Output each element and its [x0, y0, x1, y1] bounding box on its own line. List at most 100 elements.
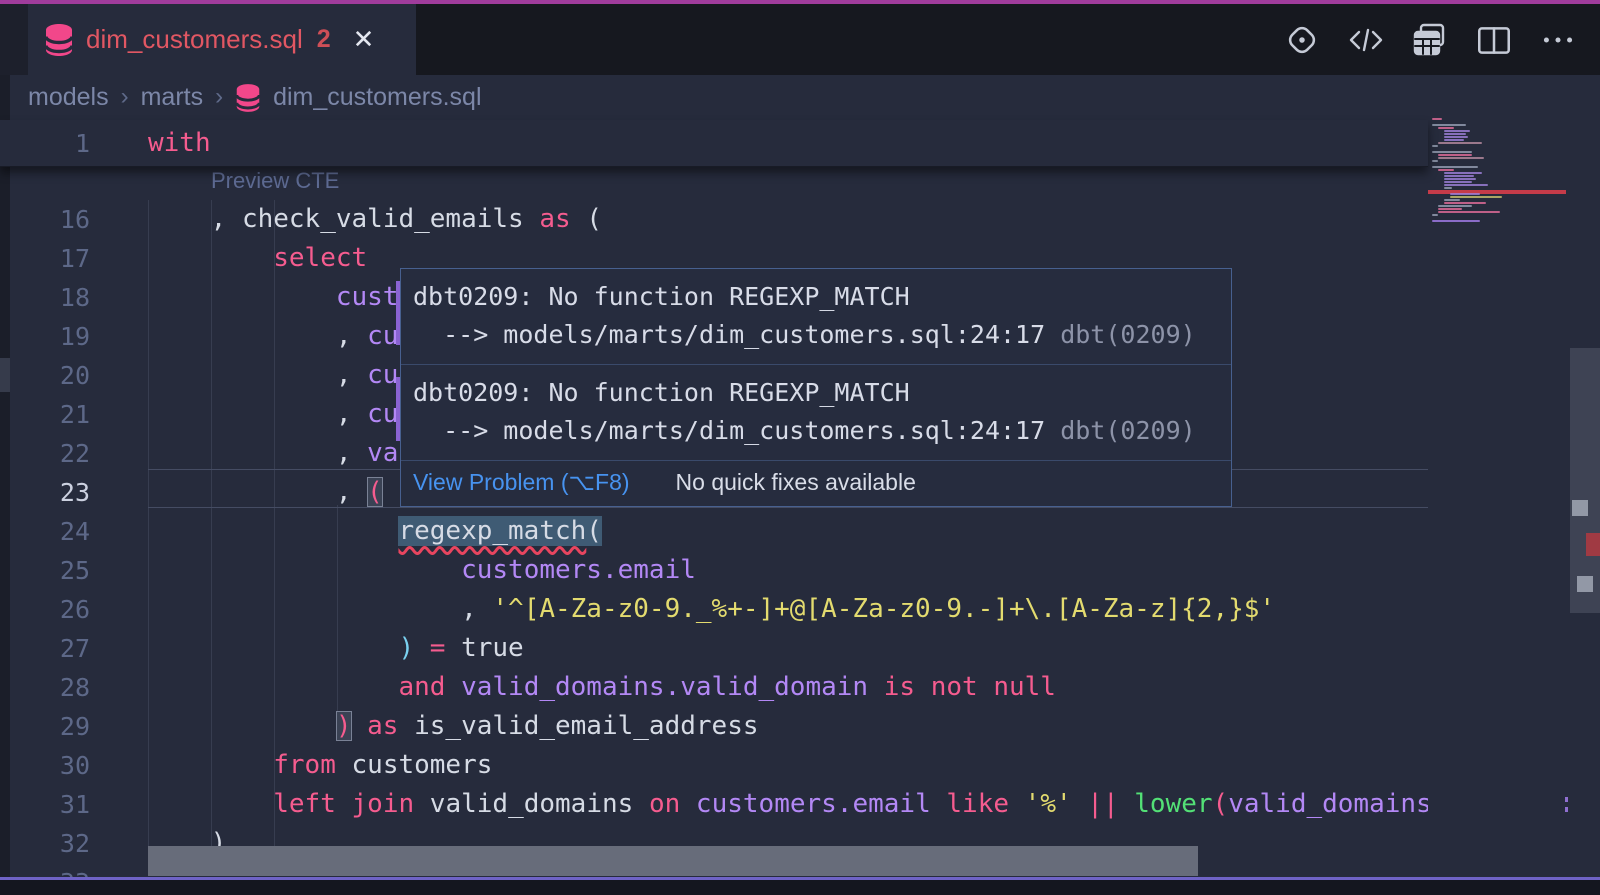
line-number: 18 — [0, 278, 90, 317]
chevron-right-icon: › — [215, 83, 223, 111]
line-number: 32 — [0, 824, 90, 863]
line-number: 17 — [0, 239, 90, 278]
line-text: , '^[A-Za-z0-9._%+-]+@[A-Za-z0-9.-]+\.[A… — [148, 590, 1275, 629]
line-text: from customers — [148, 746, 492, 785]
diagnostic-text: dbt0209: No function REGEXP_MATCH — [413, 374, 1217, 412]
close-icon[interactable]: ✕ — [353, 24, 375, 55]
diagnostic-location: --> models/marts/dim_customers.sql:24:17… — [413, 412, 1217, 450]
tab-dim-customers[interactable]: dim_customers.sql 2 ✕ — [28, 4, 416, 75]
minimap-code-line — [1444, 181, 1472, 183]
minimap[interactable] — [1428, 75, 1568, 877]
diagnostic-source: dbt(0209) — [1045, 320, 1196, 349]
tab-dirty-badge: 2 — [317, 25, 331, 54]
code-line-27[interactable]: 27 ) = true — [0, 629, 1600, 668]
diagnostic-text: dbt0209: No function REGEXP_MATCH — [413, 278, 1217, 316]
line-number: 31 — [0, 785, 90, 824]
breadcrumb-item-file[interactable]: dim_customers.sql — [273, 83, 481, 112]
overview-ruler-highlight-mark — [1572, 500, 1588, 516]
sticky-line-text: with — [148, 120, 211, 167]
minimap-code-line — [1444, 199, 1460, 201]
code-line-25[interactable]: 25 customers.email — [0, 551, 1600, 590]
breadcrumb-item-marts[interactable]: marts — [141, 83, 204, 112]
line-text: , val — [148, 434, 414, 473]
line-number: 25 — [0, 551, 90, 590]
minimap-code-line — [1432, 220, 1480, 222]
line-number: 29 — [0, 707, 90, 746]
minimap-code-line — [1438, 211, 1500, 213]
hover-actions-bar: View Problem (⌥F8) No quick fixes availab… — [401, 461, 1231, 506]
code-line-31[interactable]: 31 left join valid_domains on customers.… — [0, 785, 1600, 824]
preview-table-icon[interactable] — [1410, 20, 1450, 60]
database-icon — [44, 24, 74, 56]
minimap-code-line — [1438, 127, 1454, 129]
minimap-code-line — [1432, 151, 1472, 153]
code-line-28[interactable]: 28 and valid_domains.valid_domain is not… — [0, 668, 1600, 707]
minimap-code-line — [1444, 139, 1464, 141]
code-line-30[interactable]: 30 from customers — [0, 746, 1600, 785]
codelens-preview-cte[interactable]: Preview CTE — [211, 168, 339, 194]
minimap-code-line — [1432, 124, 1466, 126]
code-line-29[interactable]: 29 ) as is_valid_email_address — [0, 707, 1600, 746]
window-top-accent — [0, 0, 1600, 4]
sticky-line-number: 1 — [0, 120, 90, 167]
line-number: 19 — [0, 317, 90, 356]
minimap-code-line — [1450, 196, 1502, 198]
horizontal-scrollbar-thumb[interactable] — [148, 846, 1198, 876]
sidebar-edge-thumb — [0, 358, 10, 392]
line-number: 24 — [0, 512, 90, 551]
sticky-scroll-line[interactable]: 1 with — [0, 120, 1428, 167]
minimap-code-line — [1432, 160, 1438, 162]
tab-bar: dim_customers.sql 2 ✕ — [0, 4, 1600, 75]
line-text: , cus — [148, 317, 414, 356]
overview-ruler-highlight-mark — [1577, 576, 1593, 592]
minimap-code-line — [1432, 145, 1438, 147]
code-line-26[interactable]: 26 , '^[A-Za-z0-9._%+-]+@[A-Za-z0-9.-]+\… — [0, 590, 1600, 629]
more-actions-icon[interactable] — [1538, 20, 1578, 60]
breadcrumb: models›marts›dim_customers.sql — [28, 75, 482, 120]
line-text: ) = true — [148, 629, 524, 668]
diagnostic-location: --> models/marts/dim_customers.sql:24:17… — [413, 316, 1217, 354]
minimap-code-line — [1444, 172, 1482, 174]
minimap-code-line — [1444, 133, 1466, 135]
diagnostic-source: dbt(0209) — [1045, 416, 1196, 445]
line-text: regexp_match( — [148, 512, 602, 551]
line-number: 23 — [0, 473, 90, 512]
line-number: 22 — [0, 434, 90, 473]
line-text: customers.email — [148, 551, 696, 590]
dbt-icon[interactable] — [1282, 20, 1322, 60]
diagnostic-severity-stripe — [396, 377, 400, 441]
line-text: , check_valid_emails as ( — [148, 200, 602, 239]
line-text: , cus — [148, 395, 414, 434]
minimap-code-line — [1438, 157, 1484, 159]
vertical-scrollbar[interactable] — [1568, 75, 1600, 877]
line-number: 27 — [0, 629, 90, 668]
vertical-scrollbar-thumb[interactable] — [1570, 348, 1600, 613]
minimap-code-line — [1450, 193, 1480, 195]
line-text: ) as is_valid_email_address — [148, 707, 759, 746]
split-editor-icon[interactable] — [1474, 20, 1514, 60]
minimap-code-line — [1444, 178, 1476, 180]
database-icon — [235, 84, 261, 112]
minimap-code-line — [1438, 208, 1462, 210]
code-line-24[interactable]: 24 regexp_match( — [0, 512, 1600, 551]
minimap-code-line — [1438, 142, 1482, 144]
line-text: custo — [148, 278, 414, 317]
breadcrumb-item-models[interactable]: models — [28, 83, 109, 112]
minimap-code-line — [1444, 187, 1452, 189]
tab-title: dim_customers.sql — [86, 24, 303, 55]
diagnostic-message: dbt0209: No function REGEXP_MATCH --> mo… — [401, 365, 1231, 461]
line-text: select — [148, 239, 367, 278]
view-problem-link[interactable]: View Problem (⌥F8) — [413, 469, 630, 496]
diagnostic-hover-popup: dbt0209: No function REGEXP_MATCH --> mo… — [400, 268, 1232, 507]
line-number: 21 — [0, 395, 90, 434]
no-quick-fixes-label: No quick fixes available — [676, 469, 916, 496]
diagnostic-message: dbt0209: No function REGEXP_MATCH --> mo… — [401, 269, 1231, 365]
code-line-16[interactable]: 16 , check_valid_emails as ( — [0, 200, 1600, 239]
code-icon[interactable] — [1346, 20, 1386, 60]
minimap-code-line — [1432, 214, 1438, 216]
window-bottom-strip — [0, 880, 1600, 895]
minimap-code-line — [1444, 136, 1468, 138]
line-number: 28 — [0, 668, 90, 707]
line-text: and valid_domains.valid_domain is not nu… — [148, 668, 1056, 707]
minimap-code-line — [1438, 154, 1472, 156]
